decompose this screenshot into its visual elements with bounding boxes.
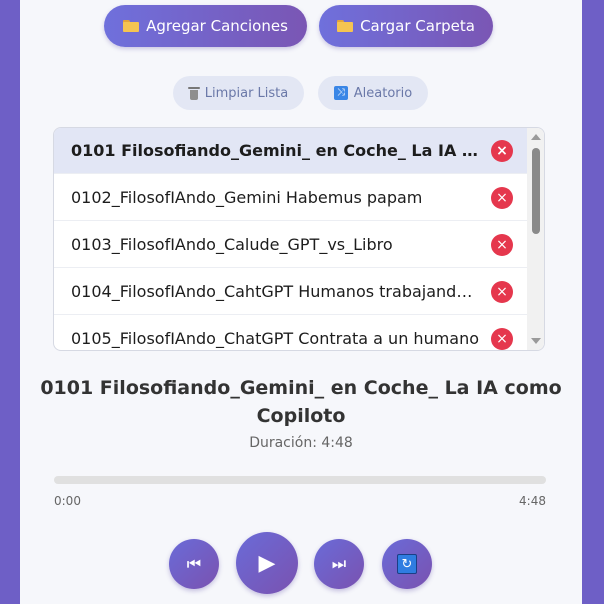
shuffle-label: Aleatorio — [353, 85, 413, 101]
repeat-button[interactable]: ↻ — [382, 539, 432, 589]
add-songs-label: Agregar Canciones — [146, 17, 288, 35]
playlist-item[interactable]: 0103_FilosofIAndo_Calude_GPT_vs_Libro × — [54, 222, 528, 268]
progress-bar[interactable] — [54, 476, 546, 484]
now-playing-title: 0101 Filosofiando_Gemini_ en Coche_ La I… — [40, 377, 562, 427]
playlist-item-label: 0101 Filosofiando_Gemini_ en Coche_ La I… — [71, 141, 481, 160]
add-songs-button[interactable]: Agregar Canciones — [104, 5, 307, 47]
folder-icon — [123, 20, 140, 32]
play-button[interactable]: ▶ — [236, 532, 298, 594]
playlist-scrollbar[interactable] — [527, 128, 544, 350]
next-icon: ⏭ — [331, 554, 347, 573]
next-button[interactable]: ⏭ — [314, 539, 364, 589]
current-time: 0:00 — [54, 494, 81, 508]
play-icon: ▶ — [258, 550, 276, 576]
playlist-item[interactable]: 0105_FilosofIAndo_ChatGPT Contrata a un … — [54, 316, 528, 350]
playlist-item-label: 0104_FilosofIAndo_CahtGPT Humanos trabaj… — [71, 282, 481, 301]
clear-list-button[interactable]: Limpiar Lista — [173, 76, 304, 110]
remove-item-button[interactable]: × — [491, 233, 513, 256]
previous-button[interactable]: ⏮ — [169, 539, 219, 589]
trash-icon — [187, 86, 200, 100]
folder-icon — [337, 20, 354, 32]
remove-item-button[interactable]: × — [491, 186, 513, 209]
load-folder-label: Cargar Carpeta — [360, 17, 475, 35]
playlist-item[interactable]: 0104_FilosofIAndo_CahtGPT Humanos trabaj… — [54, 269, 528, 315]
load-folder-button[interactable]: Cargar Carpeta — [319, 5, 493, 47]
playlist[interactable]: 0101 Filosofiando_Gemini_ en Coche_ La I… — [53, 127, 545, 351]
playlist-item-label: 0102_FilosofIAndo_Gemini Habemus papam — [71, 188, 423, 207]
playlist-item-label: 0105_FilosofIAndo_ChatGPT Contrata a un … — [71, 329, 480, 348]
clear-list-label: Limpiar Lista — [204, 85, 289, 101]
shuffle-button[interactable]: ⤨ Aleatorio — [318, 76, 428, 110]
remove-item-button[interactable]: × — [491, 139, 513, 162]
scroll-up-icon[interactable] — [531, 134, 541, 140]
now-playing-duration: Duración: 4:48 — [249, 435, 353, 451]
playlist-item-label: 0103_FilosofIAndo_Calude_GPT_vs_Libro — [71, 235, 393, 254]
player-card: Agregar Canciones Cargar Carpeta Limpiar… — [20, 0, 582, 604]
total-time: 4:48 — [519, 494, 546, 508]
scroll-thumb[interactable] — [532, 148, 540, 234]
playlist-item[interactable]: 0101 Filosofiando_Gemini_ en Coche_ La I… — [54, 128, 528, 174]
repeat-icon: ↻ — [397, 554, 417, 574]
playlist-item[interactable]: 0102_FilosofIAndo_Gemini Habemus papam × — [54, 175, 528, 221]
shuffle-icon: ⤨ — [333, 86, 348, 100]
previous-icon: ⏮ — [186, 554, 202, 573]
remove-item-button[interactable]: × — [491, 327, 513, 350]
remove-item-button[interactable]: × — [491, 280, 513, 303]
scroll-down-icon[interactable] — [531, 338, 541, 344]
